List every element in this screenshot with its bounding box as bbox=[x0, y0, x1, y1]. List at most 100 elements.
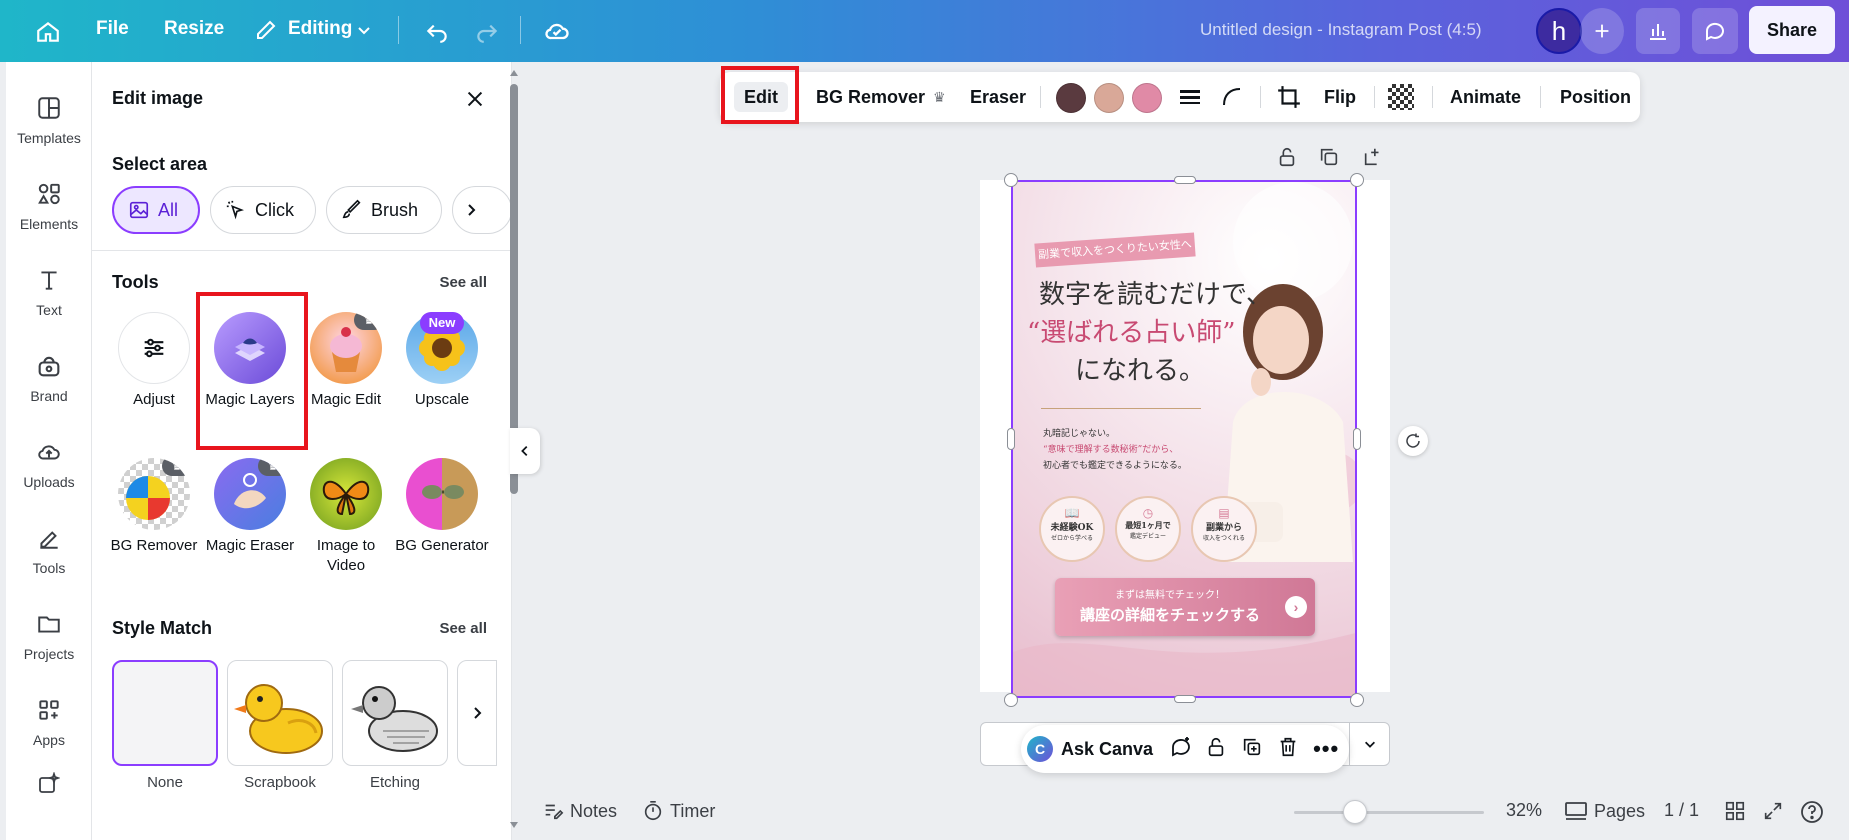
tool-bg-remover[interactable]: ♛ BG Remover bbox=[106, 458, 202, 556]
style-match-see-all-link[interactable]: See all bbox=[439, 620, 487, 637]
flip-button[interactable]: Flip bbox=[1324, 82, 1356, 112]
pages-button[interactable]: Pages bbox=[1564, 800, 1645, 822]
rail-item-elements[interactable]: Elements bbox=[6, 176, 92, 232]
rotate-handle[interactable] bbox=[1398, 426, 1428, 456]
style-none[interactable] bbox=[112, 660, 218, 766]
tool-label: Magic Edit bbox=[310, 391, 382, 408]
duplicate-icon[interactable] bbox=[1318, 146, 1340, 173]
color-swatch[interactable] bbox=[1132, 83, 1162, 113]
select-area-brush[interactable]: Brush bbox=[326, 186, 442, 234]
avatar[interactable]: h bbox=[1536, 8, 1582, 54]
resize-handle[interactable] bbox=[1004, 693, 1018, 707]
image-icon bbox=[129, 201, 149, 219]
tools-see-all-link[interactable]: See all bbox=[439, 274, 487, 291]
insights-button[interactable] bbox=[1636, 8, 1680, 54]
redo-icon[interactable] bbox=[470, 14, 504, 48]
text-icon bbox=[6, 262, 92, 298]
style-etching[interactable] bbox=[342, 660, 448, 766]
duplicate-icon[interactable] bbox=[1241, 736, 1263, 763]
rail-item-brand[interactable]: Brand bbox=[6, 348, 92, 404]
sunglasses-icon bbox=[406, 458, 478, 530]
notes-button[interactable]: Notes bbox=[542, 800, 617, 822]
resize-handle[interactable] bbox=[1350, 173, 1364, 187]
add-page-icon[interactable] bbox=[1362, 146, 1384, 173]
grid-view-icon[interactable] bbox=[1724, 800, 1746, 822]
corner-radius-icon bbox=[1223, 88, 1241, 106]
lock-icon[interactable] bbox=[1276, 146, 1298, 173]
eraser-button[interactable]: Eraser bbox=[970, 82, 1026, 112]
resize-handle[interactable] bbox=[1174, 695, 1196, 703]
tool-upscale[interactable]: New Upscale bbox=[394, 312, 490, 410]
rail-label: Brand bbox=[30, 388, 68, 404]
chip-label: All bbox=[158, 199, 179, 220]
resize-button[interactable]: Resize bbox=[164, 18, 224, 40]
add-comment-icon[interactable] bbox=[1169, 735, 1193, 764]
close-icon bbox=[467, 91, 483, 107]
corner-rounding-button[interactable] bbox=[1220, 82, 1244, 112]
select-area-click[interactable]: Click bbox=[210, 186, 316, 234]
resize-handle[interactable] bbox=[1174, 176, 1196, 184]
rail-item-text[interactable]: Text bbox=[6, 262, 92, 318]
help-icon[interactable] bbox=[1800, 800, 1824, 824]
timer-button[interactable]: Timer bbox=[642, 800, 715, 822]
rail-item-tools[interactable]: Tools bbox=[6, 520, 92, 576]
bg-remover-button[interactable]: BG Remover ♛ bbox=[816, 82, 946, 112]
border-style-button[interactable] bbox=[1178, 82, 1202, 112]
select-area-more[interactable] bbox=[452, 186, 511, 234]
rail-item-apps[interactable]: Apps bbox=[6, 692, 92, 748]
crop-button[interactable] bbox=[1276, 82, 1302, 112]
chevron-right-icon bbox=[468, 204, 476, 216]
document-title[interactable]: Untitled design - Instagram Post (4:5) bbox=[1200, 20, 1482, 40]
close-panel-button[interactable] bbox=[460, 84, 490, 114]
rail-item-projects[interactable]: Projects bbox=[6, 606, 92, 662]
edit-image-panel: Edit image Select area All Click Brush T… bbox=[92, 62, 512, 840]
selected-image[interactable]: 副業で収入をつくりたい女性へ 数字を読むだけで、 “選ばれる占い師” になれる。… bbox=[1011, 180, 1357, 698]
resize-handle[interactable] bbox=[1353, 428, 1361, 450]
resize-handle[interactable] bbox=[1350, 693, 1364, 707]
share-button[interactable]: Share bbox=[1749, 6, 1835, 54]
zoom-slider[interactable] bbox=[1294, 811, 1484, 814]
trash-icon[interactable] bbox=[1277, 736, 1299, 763]
page-options-dropdown[interactable] bbox=[1349, 723, 1389, 765]
position-button[interactable]: Position bbox=[1560, 82, 1631, 112]
tool-bg-generator[interactable]: BG Generator bbox=[394, 458, 490, 556]
transparency-icon[interactable] bbox=[1388, 84, 1414, 110]
style-scrapbook[interactable] bbox=[227, 660, 333, 766]
color-swatch[interactable] bbox=[1094, 83, 1124, 113]
collapse-panel-button[interactable] bbox=[510, 428, 540, 474]
select-area-all[interactable]: All bbox=[112, 186, 200, 234]
rail-item-uploads[interactable]: Uploads bbox=[6, 434, 92, 490]
arrow-right-icon: › bbox=[1285, 596, 1307, 618]
style-more[interactable] bbox=[457, 660, 497, 766]
tool-magic-edit[interactable]: ♛ Magic Edit bbox=[298, 312, 394, 410]
tool-magic-layers[interactable]: Magic Layers bbox=[202, 312, 298, 410]
rail-item-templates[interactable]: Templates bbox=[6, 90, 92, 146]
scroll-up-arrow[interactable] bbox=[510, 70, 518, 76]
timer-label: Timer bbox=[670, 800, 716, 821]
magic-media-icon[interactable] bbox=[36, 771, 61, 801]
chevron-down-icon[interactable] bbox=[354, 20, 374, 40]
plus-icon bbox=[1595, 24, 1609, 38]
more-options-icon[interactable]: ••• bbox=[1313, 736, 1339, 762]
edit-button[interactable]: Edit bbox=[734, 82, 788, 112]
tool-adjust[interactable]: Adjust bbox=[106, 312, 202, 410]
fullscreen-icon[interactable] bbox=[1762, 800, 1784, 822]
scroll-down-arrow[interactable] bbox=[510, 822, 518, 828]
comments-button[interactable] bbox=[1692, 8, 1738, 54]
ask-canva-button[interactable]: Ask Canva bbox=[1061, 739, 1153, 760]
cloud-saved-icon[interactable] bbox=[540, 14, 574, 48]
color-swatch[interactable] bbox=[1056, 83, 1086, 113]
resize-handle[interactable] bbox=[1004, 173, 1018, 187]
zoom-level[interactable]: 32% bbox=[1506, 800, 1542, 821]
add-collaborator-button[interactable] bbox=[1580, 8, 1624, 54]
undo-icon[interactable] bbox=[420, 14, 454, 48]
zoom-slider-thumb[interactable] bbox=[1343, 800, 1367, 824]
resize-handle[interactable] bbox=[1007, 428, 1015, 450]
home-button[interactable] bbox=[30, 14, 66, 50]
file-menu[interactable]: File bbox=[96, 18, 129, 40]
lock-icon[interactable] bbox=[1205, 736, 1227, 763]
animate-button[interactable]: Animate bbox=[1450, 82, 1521, 112]
editing-mode-dropdown[interactable]: Editing bbox=[288, 18, 352, 40]
tool-image-to-video[interactable]: Image to Video bbox=[298, 458, 394, 577]
tool-magic-eraser[interactable]: ♛ Magic Eraser bbox=[202, 458, 298, 556]
